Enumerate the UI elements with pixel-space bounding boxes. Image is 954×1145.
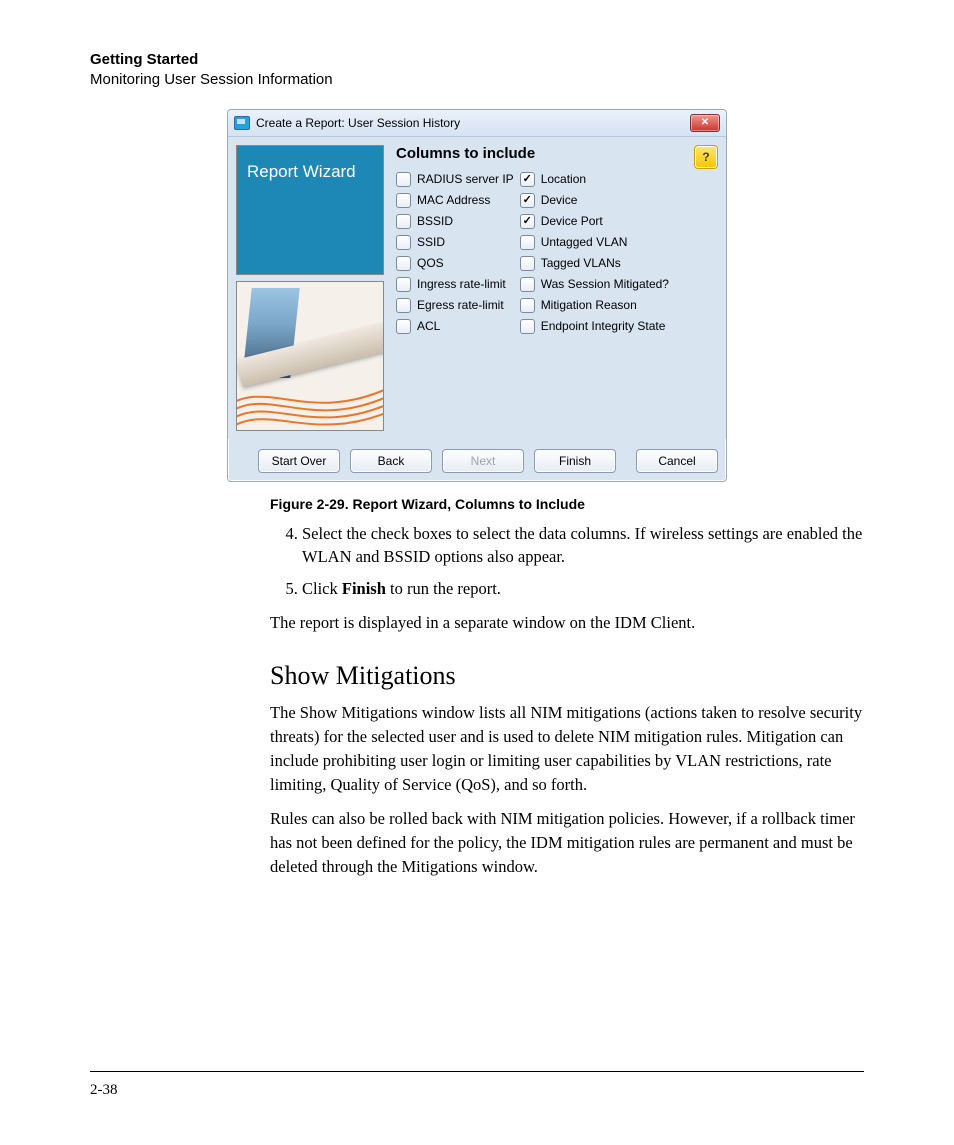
checkbox-icon[interactable]: [396, 172, 411, 187]
checkbox-label: ACL: [417, 319, 440, 333]
columns-heading: Columns to include: [396, 145, 535, 162]
checkbox-label: Was Session Mitigated?: [541, 277, 669, 291]
running-header: Getting Started Monitoring User Session …: [90, 50, 864, 91]
step-5: Click Finish to run the report.: [302, 577, 864, 601]
checkbox-option[interactable]: Mitigation Reason: [520, 298, 669, 313]
checkbox-option[interactable]: BSSID: [396, 214, 514, 229]
checkbox-label: Ingress rate-limit: [417, 277, 506, 291]
checkbox-icon[interactable]: ✓: [520, 172, 535, 187]
checkbox-icon[interactable]: [396, 214, 411, 229]
checkbox-label: QOS: [417, 256, 444, 270]
checkbox-label: RADIUS server IP: [417, 172, 514, 186]
step-4: Select the check boxes to select the dat…: [302, 522, 864, 570]
header-line-2: Monitoring User Session Information: [90, 70, 864, 90]
checkbox-icon[interactable]: [396, 193, 411, 208]
checkbox-column-right: ✓ Location ✓ Device ✓ Device Port Untagged VLA…: [520, 172, 669, 334]
checkbox-icon[interactable]: [396, 319, 411, 334]
checkbox-label: Endpoint Integrity State: [541, 319, 666, 333]
checkbox-option[interactable]: Tagged VLANs: [520, 256, 669, 271]
wizard-banner: Report Wizard: [236, 145, 384, 275]
checkbox-icon[interactable]: [520, 235, 535, 250]
checkbox-option[interactable]: MAC Address: [396, 193, 514, 208]
wizard-button-row: Start Over Back Next Finish Cancel: [228, 439, 726, 481]
instruction-list: Select the check boxes to select the dat…: [274, 522, 864, 602]
wizard-side-panel: Report Wizard: [236, 145, 384, 431]
checkbox-option[interactable]: ✓ Location: [520, 172, 669, 187]
title-bar: Create a Report: User Session History ✕: [228, 110, 726, 137]
checkbox-label: Device: [541, 193, 578, 207]
section-heading-show-mitigations: Show Mitigations: [270, 661, 864, 691]
report-wizard-dialog: Create a Report: User Session History ✕ …: [227, 109, 727, 482]
checkbox-icon[interactable]: [396, 298, 411, 313]
paragraph-2: Rules can also be rolled back with NIM m…: [270, 807, 864, 879]
checkbox-option[interactable]: Untagged VLAN: [520, 235, 669, 250]
wizard-banner-label: Report Wizard: [247, 162, 356, 182]
checkbox-option[interactable]: Endpoint Integrity State: [520, 319, 669, 334]
page-number: 2-38: [90, 1082, 118, 1098]
checkbox-icon[interactable]: [520, 319, 535, 334]
after-steps-paragraph: The report is displayed in a separate wi…: [270, 611, 864, 635]
checkbox-icon[interactable]: [396, 277, 411, 292]
checkbox-icon[interactable]: [520, 277, 535, 292]
checkbox-option[interactable]: RADIUS server IP: [396, 172, 514, 187]
checkbox-label: Mitigation Reason: [541, 298, 637, 312]
close-icon[interactable]: ✕: [690, 114, 720, 132]
checkbox-option[interactable]: ACL: [396, 319, 514, 334]
checkbox-icon[interactable]: ✓: [520, 214, 535, 229]
checkbox-option[interactable]: Ingress rate-limit: [396, 277, 514, 292]
back-button[interactable]: Back: [350, 449, 432, 473]
next-button: Next: [442, 449, 524, 473]
checkbox-option[interactable]: ✓ Device Port: [520, 214, 669, 229]
checkbox-icon[interactable]: [396, 256, 411, 271]
checkbox-option[interactable]: Egress rate-limit: [396, 298, 514, 313]
checkbox-option[interactable]: ✓ Device: [520, 193, 669, 208]
checkbox-label: Tagged VLANs: [541, 256, 621, 270]
checkbox-label: SSID: [417, 235, 445, 249]
help-icon[interactable]: ?: [694, 145, 718, 169]
cancel-button[interactable]: Cancel: [636, 449, 718, 473]
checkbox-label: Egress rate-limit: [417, 298, 504, 312]
start-over-button[interactable]: Start Over: [258, 449, 340, 473]
checkbox-icon[interactable]: [520, 256, 535, 271]
checkbox-option[interactable]: QOS: [396, 256, 514, 271]
wizard-decorative-image: [236, 281, 384, 431]
figure-caption: Figure 2-29. Report Wizard, Columns to I…: [270, 496, 864, 512]
checkbox-icon[interactable]: [520, 298, 535, 313]
page-footer: 2-38: [90, 1071, 864, 1099]
dialog-title: Create a Report: User Session History: [256, 116, 684, 130]
header-line-1: Getting Started: [90, 50, 864, 70]
checkbox-label: MAC Address: [417, 193, 490, 207]
app-monitor-icon: [234, 116, 250, 130]
checkbox-label: Location: [541, 172, 586, 186]
checkbox-icon[interactable]: [396, 235, 411, 250]
paragraph-1: The Show Mitigations window lists all NI…: [270, 701, 864, 797]
checkbox-option[interactable]: Was Session Mitigated?: [520, 277, 669, 292]
checkbox-option[interactable]: SSID: [396, 235, 514, 250]
checkbox-column-left: RADIUS server IP MAC Address BSSID SSID QOS I…: [396, 172, 514, 334]
finish-button[interactable]: Finish: [534, 449, 616, 473]
checkbox-label: Untagged VLAN: [541, 235, 628, 249]
checkbox-label: Device Port: [541, 214, 603, 228]
checkbox-label: BSSID: [417, 214, 453, 228]
checkbox-icon[interactable]: ✓: [520, 193, 535, 208]
